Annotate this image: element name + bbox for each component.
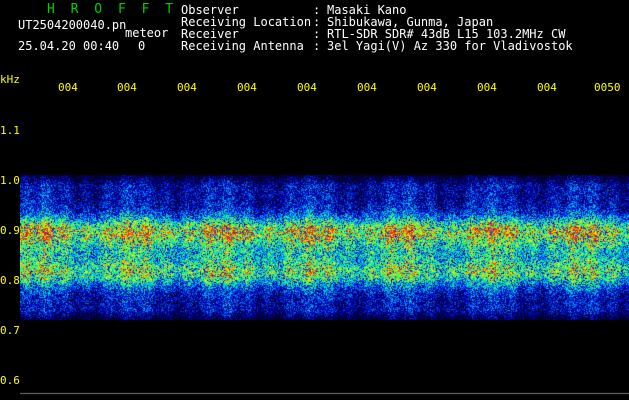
x-tick-label: 004 [58,81,78,94]
mode-label: meteor [125,26,169,40]
app-title: H R O F F T [47,2,178,17]
info-value-antenna: 3el Yagi(V) Az 330 for Vladivostok [327,39,573,53]
x-tick-label: 004 [417,81,437,94]
x-tick-label: 004 [297,81,317,94]
y-tick-label: 0.7 [0,324,20,337]
y-tick-label: 1.0 [0,174,20,187]
x-tick-label: 004 [357,81,377,94]
y-tick-label: 0.9 [0,224,20,237]
x-tick-label: 004 [177,81,197,94]
y-tick-label: 0.8 [0,274,20,287]
x-tick-label: 0050 [594,81,621,94]
spectrogram-plot [20,100,629,400]
frequency-unit-label: kHz [0,73,20,86]
x-tick-label: 004 [237,81,257,94]
file-name: UT2504200040.pn [18,18,127,32]
x-tick-label: 004 [537,81,557,94]
spectrogram-canvas [20,100,629,400]
info-label-antenna: Receiving Antenna [181,39,304,53]
y-tick-label: 1.1 [0,124,20,137]
x-tick-label: 004 [117,81,137,94]
info-separator: : [313,39,321,53]
x-tick-label: 004 [477,81,497,94]
meteor-count: 0 [138,39,146,53]
observation-datetime: 25.04.20 00:40 [18,39,120,53]
y-tick-label: 0.6 [0,374,20,387]
